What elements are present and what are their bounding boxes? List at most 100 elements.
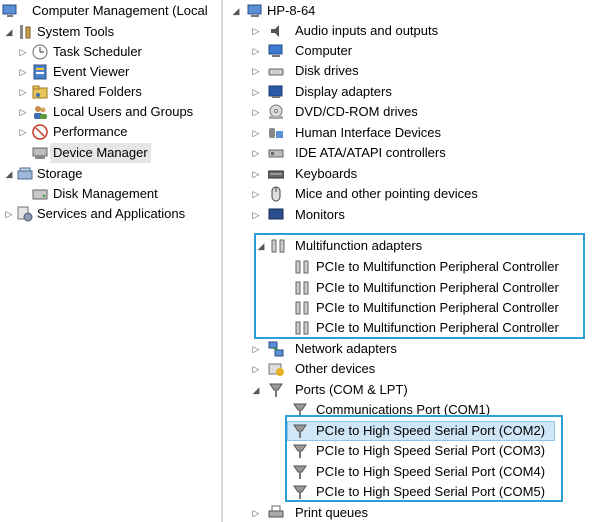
tree-item-device-manager[interactable]: Device Manager bbox=[0, 143, 221, 163]
expand-arrow-icon[interactable]: ▷ bbox=[251, 21, 261, 41]
device-tree-pane: ◢ HP-8-64 ▷ Audio inputs and outputs ▷ C… bbox=[223, 0, 600, 522]
computer-management-icon bbox=[2, 3, 18, 19]
tree-item-computer[interactable]: ▷ Computer bbox=[223, 41, 600, 61]
tree-label: IDE ATA/ATAPI controllers bbox=[295, 145, 446, 160]
tree-item-computer-name[interactable]: ◢ HP-8-64 bbox=[223, 1, 600, 21]
tree-label: Shared Folders bbox=[53, 84, 142, 99]
expand-arrow-icon[interactable]: ▷ bbox=[251, 164, 261, 184]
tree-label: Print queues bbox=[295, 505, 368, 520]
performance-icon bbox=[32, 124, 48, 140]
tree-item-performance[interactable]: ▷ Performance bbox=[0, 122, 221, 142]
expand-arrow-icon[interactable]: ▷ bbox=[18, 122, 28, 142]
expand-arrow-icon[interactable]: ▷ bbox=[251, 339, 261, 359]
tree-label: Other devices bbox=[295, 361, 376, 376]
expand-arrow-icon[interactable]: ▷ bbox=[251, 184, 261, 204]
tree-label: Display adapters bbox=[295, 84, 392, 99]
computer-icon bbox=[247, 3, 263, 19]
keyboard-icon bbox=[267, 166, 285, 182]
tree-label: Network adapters bbox=[295, 341, 397, 356]
tree-label: Computer Management (Local bbox=[32, 3, 208, 18]
tree-item-audio[interactable]: ▷ Audio inputs and outputs bbox=[223, 21, 600, 41]
port-icon bbox=[268, 382, 284, 398]
collapse-arrow-icon[interactable]: ◢ bbox=[231, 1, 241, 21]
tree-item-print-queues[interactable]: ▷ Print queues bbox=[223, 503, 600, 522]
tree-item-system-tools[interactable]: ◢ System Tools bbox=[0, 22, 221, 42]
multifunction-highlight-box bbox=[254, 233, 585, 339]
system-tools-icon bbox=[17, 24, 33, 40]
tree-item-event-viewer[interactable]: ▷ Event Viewer bbox=[0, 62, 221, 82]
expand-arrow-icon[interactable]: ▷ bbox=[251, 503, 261, 522]
serial-ports-highlight-box bbox=[285, 415, 563, 502]
tree-label: System Tools bbox=[37, 24, 115, 39]
tree-label: Task Scheduler bbox=[53, 44, 142, 59]
device-manager-icon bbox=[32, 145, 48, 161]
shared-folder-icon bbox=[32, 84, 48, 100]
speaker-icon bbox=[268, 23, 284, 39]
disk-management-icon bbox=[32, 186, 48, 202]
expand-arrow-icon[interactable]: ▷ bbox=[251, 123, 261, 143]
tree-label: Computer bbox=[295, 43, 353, 58]
tree-item-computer-management[interactable]: Computer Management (Local bbox=[2, 1, 221, 21]
tree-label: Disk Management bbox=[53, 186, 158, 201]
tree-item-services[interactable]: ▷ Services and Applications bbox=[0, 204, 221, 224]
tree-item-keyboards[interactable]: ▷ Keyboards bbox=[223, 164, 600, 184]
dvd-drive-icon bbox=[268, 104, 284, 120]
network-icon bbox=[268, 341, 284, 357]
tree-label: Disk drives bbox=[295, 63, 359, 78]
expand-arrow-icon[interactable]: ▷ bbox=[18, 62, 28, 82]
tree-item-mice[interactable]: ▷ Mice and other pointing devices bbox=[223, 184, 600, 204]
tree-item-ports[interactable]: ◢ Ports (COM & LPT) bbox=[223, 380, 600, 400]
mouse-icon bbox=[268, 186, 284, 202]
tree-item-storage[interactable]: ◢ Storage bbox=[0, 164, 221, 184]
expand-arrow-icon[interactable]: ▷ bbox=[18, 102, 28, 122]
tree-label: Event Viewer bbox=[53, 64, 130, 79]
tree-item-hid[interactable]: ▷ Human Interface Devices bbox=[223, 123, 600, 143]
expand-arrow-icon[interactable]: ▷ bbox=[18, 82, 28, 102]
tree-item-disk-management[interactable]: Disk Management bbox=[0, 184, 221, 204]
tree-label: Audio inputs and outputs bbox=[295, 23, 439, 38]
display-adapter-icon bbox=[268, 84, 284, 100]
storage-icon bbox=[17, 166, 33, 182]
printer-icon bbox=[268, 505, 284, 521]
tree-item-display-adapters[interactable]: ▷ Display adapters bbox=[223, 82, 600, 102]
tree-label: Mice and other pointing devices bbox=[295, 186, 478, 201]
event-viewer-icon bbox=[32, 64, 48, 80]
expand-arrow-icon[interactable]: ▷ bbox=[251, 205, 261, 225]
tree-label: HP-8-64 bbox=[267, 3, 316, 18]
expand-arrow-icon[interactable]: ▷ bbox=[251, 41, 261, 61]
tree-item-dvd[interactable]: ▷ DVD/CD-ROM drives bbox=[223, 102, 600, 122]
expand-arrow-icon[interactable]: ▷ bbox=[18, 42, 28, 62]
tree-label: DVD/CD-ROM drives bbox=[295, 104, 418, 119]
tree-label: Local Users and Groups bbox=[53, 104, 194, 119]
tree-item-other-devices[interactable]: ▷ Other devices bbox=[223, 359, 600, 379]
clock-icon bbox=[32, 44, 48, 60]
expand-arrow-icon[interactable]: ▷ bbox=[251, 143, 261, 163]
expand-arrow-icon[interactable]: ▷ bbox=[251, 61, 261, 81]
monitor-icon bbox=[268, 207, 284, 223]
expand-arrow-icon[interactable]: ▷ bbox=[4, 204, 14, 224]
hid-icon bbox=[268, 125, 284, 141]
unknown-device-icon bbox=[268, 361, 284, 377]
expand-arrow-icon[interactable]: ▷ bbox=[251, 359, 261, 379]
tree-label: Human Interface Devices bbox=[295, 125, 441, 140]
tree-label: Monitors bbox=[295, 207, 345, 222]
tree-item-network[interactable]: ▷ Network adapters bbox=[223, 339, 600, 359]
users-icon bbox=[32, 104, 48, 120]
ide-controller-icon bbox=[268, 145, 284, 161]
collapse-arrow-icon[interactable]: ◢ bbox=[251, 380, 261, 400]
expand-arrow-icon[interactable]: ▷ bbox=[251, 82, 261, 102]
collapse-arrow-icon[interactable]: ◢ bbox=[4, 22, 14, 42]
services-icon bbox=[17, 206, 33, 222]
expand-arrow-icon[interactable]: ▷ bbox=[251, 102, 261, 122]
tree-item-shared-folders[interactable]: ▷ Shared Folders bbox=[0, 82, 221, 102]
tree-item-local-users[interactable]: ▷ Local Users and Groups bbox=[0, 102, 221, 122]
tree-item-task-scheduler[interactable]: ▷ Task Scheduler bbox=[0, 42, 221, 62]
tree-item-disk-drives[interactable]: ▷ Disk drives bbox=[223, 61, 600, 81]
disk-drive-icon bbox=[268, 63, 284, 79]
tree-label: Device Manager bbox=[50, 143, 151, 163]
tree-label: Services and Applications bbox=[37, 206, 186, 221]
collapse-arrow-icon[interactable]: ◢ bbox=[4, 164, 14, 184]
tree-label: Ports (COM & LPT) bbox=[295, 382, 408, 397]
tree-item-ide[interactable]: ▷ IDE ATA/ATAPI controllers bbox=[223, 143, 600, 163]
tree-item-monitors[interactable]: ▷ Monitors bbox=[223, 205, 600, 225]
